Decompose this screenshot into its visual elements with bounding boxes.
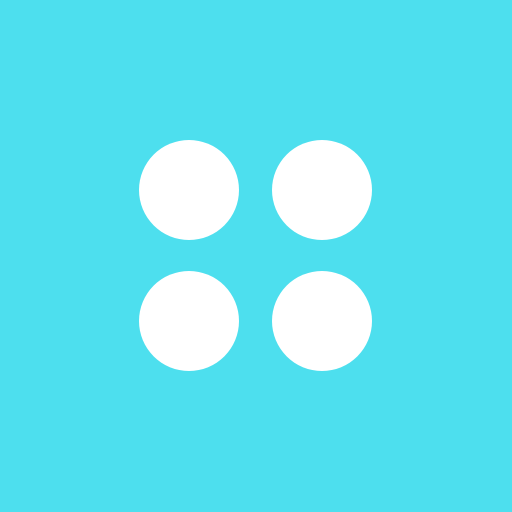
dot-bottom-right	[272, 271, 372, 371]
app-icon	[0, 0, 512, 512]
dot-top-left	[139, 140, 239, 240]
dot-top-right	[272, 140, 372, 240]
four-dots-grid-icon	[139, 140, 372, 372]
dot-bottom-left	[139, 271, 239, 371]
